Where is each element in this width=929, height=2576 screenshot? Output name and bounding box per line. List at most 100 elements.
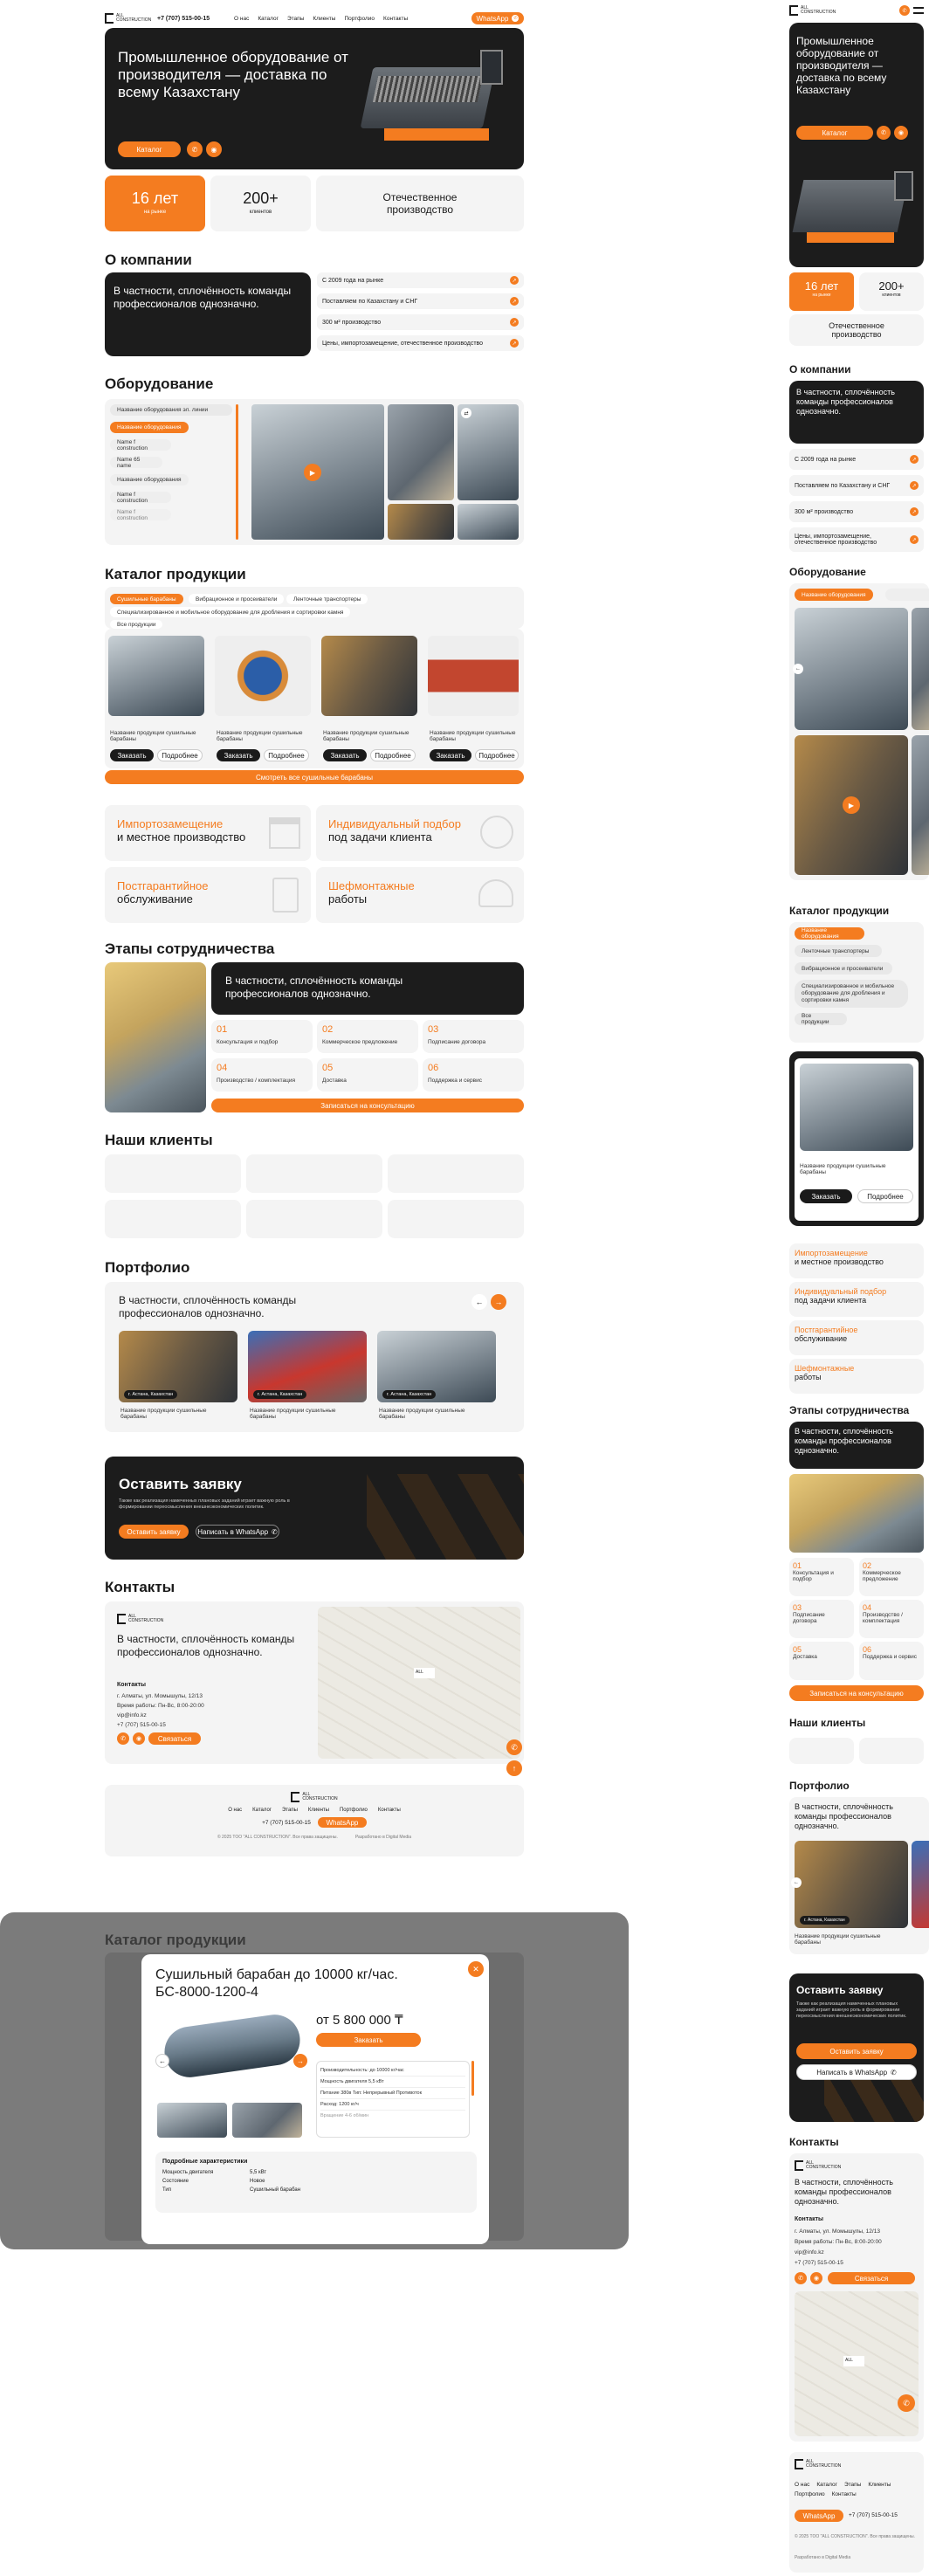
catalog-tab[interactable]: Все продукции (110, 620, 163, 629)
mobile-equip-video[interactable]: ▶ (795, 735, 908, 875)
footer-nav-item[interactable]: О нас (228, 1808, 242, 1813)
footer-phone[interactable]: +7 (707) 515-00-15 (849, 2512, 898, 2518)
equip-item[interactable]: Название оборудования (110, 474, 189, 486)
modal-thumb[interactable] (232, 2103, 302, 2138)
nav-catalog[interactable]: Каталог (258, 16, 279, 22)
catalog-tab[interactable]: Ленточные транспортеры (286, 594, 368, 604)
contacts-map[interactable]: ALL (318, 1607, 520, 1759)
footer-nav-item[interactable]: О нас (795, 2482, 809, 2488)
consultation-button[interactable]: Записаться на консультацию (211, 1099, 524, 1112)
contacts-button[interactable]: Связаться (148, 1732, 201, 1745)
more-button[interactable]: Подробнее (370, 749, 416, 761)
equip-item[interactable]: Name f construction (110, 492, 171, 504)
nav-about[interactable]: О нас (234, 16, 249, 22)
contacts-email[interactable]: vip@info.kz (117, 1712, 147, 1718)
order-button[interactable]: Заказать (430, 749, 471, 761)
request-whatsapp-button[interactable]: Написать в WhatsApp ✆ (196, 1525, 279, 1539)
footer-nav-item[interactable]: Каталог (252, 1808, 272, 1813)
contacts-phone[interactable]: +7 (707) 515-00-15 (117, 1722, 166, 1728)
contacts-icon-1[interactable]: ✆ (117, 1732, 129, 1745)
play-icon[interactable]: ▶ (843, 796, 860, 814)
gallery-prev-icon[interactable]: ← (155, 2054, 169, 2068)
equip-item[interactable]: Название оборудования эл. линии (110, 404, 232, 416)
gallery-prev-icon[interactable]: ← (791, 1877, 802, 1888)
nav-clients[interactable]: Клиенты (313, 16, 335, 22)
footer-phone[interactable]: +7 (707) 515-00-15 (262, 1820, 311, 1826)
order-button[interactable]: Заказать (110, 749, 154, 761)
catalog-all-button[interactable]: Смотреть все сушильные барабаны (105, 770, 524, 784)
modal-order-button[interactable]: Заказать (316, 2033, 421, 2047)
footer-nav-item[interactable]: Клиенты (868, 2482, 891, 2488)
footer-nav-item[interactable]: Контакты (378, 1808, 401, 1813)
more-button[interactable]: Подробнее (157, 749, 203, 761)
footer-nav-item[interactable]: Этапы (844, 2482, 861, 2488)
mobile-consultation-button[interactable]: Записаться на консультацию (789, 1685, 924, 1701)
contacts-phone[interactable]: +7 (707) 515-00-15 (795, 2260, 843, 2266)
modal-close-icon[interactable]: ✕ (468, 1961, 484, 1977)
header-phone[interactable]: +7 (707) 515-00-15 (157, 16, 234, 22)
next-arrow-icon[interactable]: → (491, 1294, 506, 1310)
footer-nav-item[interactable]: Клиенты (308, 1808, 329, 1813)
contacts-button[interactable]: Связаться (828, 2272, 915, 2284)
more-button[interactable]: Подробнее (857, 1189, 913, 1203)
mobile-logo[interactable]: ALL CONSTRUCTION (789, 5, 836, 16)
request-button[interactable]: Оставить заявку (119, 1525, 189, 1539)
mobile-hero-icon-2[interactable]: ◉ (894, 126, 908, 140)
equip-item[interactable]: Name 65 name (110, 457, 162, 469)
contacts-icon-1[interactable]: ✆ (795, 2272, 807, 2284)
whatsapp-button[interactable]: WhatsApp ✆ (471, 12, 524, 24)
equip-item[interactable]: Name f construction (110, 509, 171, 521)
modal-thumb[interactable] (157, 2103, 227, 2138)
mobile-chat-icon[interactable]: ✆ (898, 2394, 915, 2412)
hero-catalog-button[interactable]: Каталог (118, 141, 181, 157)
catalog-tab[interactable]: Вибрационное и просеиватели (189, 594, 285, 604)
order-button[interactable]: Заказать (800, 1189, 852, 1203)
hero-icon-1[interactable]: ✆ (187, 141, 203, 157)
equip-item[interactable]: Name f construction (110, 439, 171, 451)
arrows-icon[interactable]: ⇄ (461, 408, 471, 418)
contacts-icon-2[interactable]: ◉ (133, 1732, 145, 1745)
scroll-top-icon[interactable]: ↑ (506, 1760, 522, 1776)
prev-arrow-icon[interactable]: ← (471, 1294, 487, 1310)
hero-icon-2[interactable]: ◉ (206, 141, 222, 157)
request-whatsapp-button[interactable]: Написать в WhatsApp ✆ (796, 2064, 917, 2080)
footer-nav-item[interactable]: Этапы (282, 1808, 298, 1813)
catalog-tab-active[interactable]: Сушильные барабаны (110, 594, 183, 604)
footer-whatsapp-button[interactable]: WhatsApp (795, 2510, 843, 2522)
more-button[interactable]: Подробнее (264, 749, 309, 761)
nav-portfolio[interactable]: Портфолио (344, 16, 375, 22)
catalog-tab[interactable]: Ленточные транспортеры (795, 945, 882, 957)
logo[interactable]: ALL CONSTRUCTION (105, 13, 157, 24)
mobile-equip-pill[interactable]: Название оборудования (795, 589, 873, 601)
mobile-hero-icon-1[interactable]: ✆ (877, 126, 891, 140)
catalog-tab-active[interactable]: Название оборудования (795, 927, 864, 940)
catalog-tab[interactable]: Вибрационное и просеиватели (795, 962, 892, 975)
modal-backdrop[interactable]: Каталог продукции ✕ Сушильный барабан до… (0, 1912, 629, 2249)
modal-spec-scrollbar[interactable] (471, 2061, 474, 2096)
mobile-whatsapp-icon[interactable]: ✆ (899, 5, 910, 16)
gallery-next-icon[interactable]: → (293, 2054, 307, 2068)
footer-nav-item[interactable]: Контакты (832, 2491, 857, 2497)
chat-icon[interactable]: ✆ (506, 1739, 522, 1755)
nav-stages[interactable]: Этапы (287, 16, 304, 22)
nav-contacts[interactable]: Контакты (383, 16, 408, 22)
footer-nav-item[interactable]: Портфолио (340, 1808, 368, 1813)
footer-nav-item[interactable]: Портфолио (795, 2491, 825, 2497)
contacts-icon-2[interactable]: ◉ (810, 2272, 822, 2284)
play-icon[interactable]: ▶ (304, 464, 321, 481)
footer-whatsapp-button[interactable]: WhatsApp (317, 1817, 367, 1828)
mobile-equip-pill[interactable] (885, 589, 929, 601)
catalog-tab[interactable]: Специализированное и мобильное оборудова… (795, 980, 908, 1008)
catalog-tab[interactable]: Все продукции (795, 1013, 847, 1025)
catalog-tab[interactable]: Специализированное и мобильное оборудова… (110, 607, 351, 617)
mobile-equip-arrows-icon[interactable]: ← (793, 664, 803, 674)
menu-icon[interactable] (913, 7, 924, 14)
equipment-scrollbar[interactable] (236, 404, 238, 540)
contacts-email[interactable]: vip@info.kz (795, 2249, 824, 2256)
more-button[interactable]: Подробнее (475, 749, 519, 761)
footer-dev-link[interactable]: Разработано в Digital Media (795, 2555, 850, 2560)
contacts-map[interactable]: ALL (795, 2291, 919, 2436)
equip-item-active[interactable]: Название оборудования (110, 422, 189, 433)
order-button[interactable]: Заказать (323, 749, 367, 761)
request-button[interactable]: Оставить заявку (796, 2043, 917, 2059)
